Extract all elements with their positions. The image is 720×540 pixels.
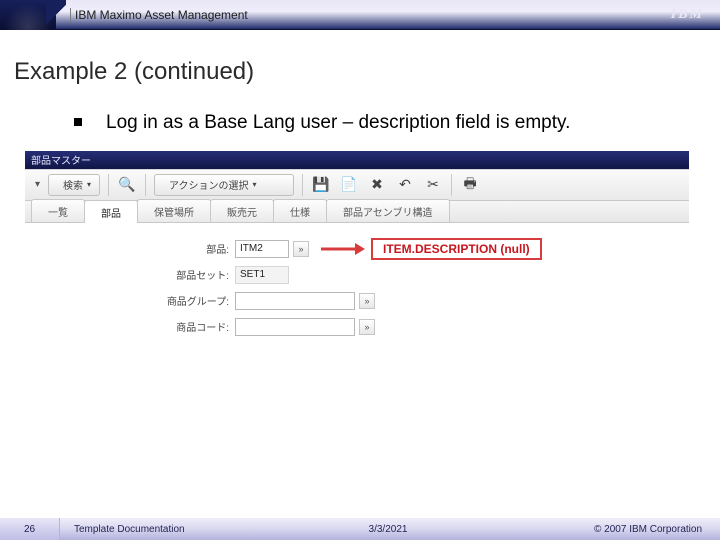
input-item[interactable] bbox=[235, 240, 289, 258]
row-item: 部品: » ITEM.DESCRIPTION (null) bbox=[45, 239, 669, 259]
tab-storerooms[interactable]: 保管場所 bbox=[137, 199, 211, 222]
ibm-logo: IBM bbox=[671, 7, 704, 23]
product-title: IBM Maximo Asset Management bbox=[70, 8, 248, 22]
bullet-row: Log in as a Base Lang user – description… bbox=[14, 110, 700, 136]
input-commoditygroup[interactable] bbox=[235, 292, 355, 310]
app-titlebar: 部品マスター bbox=[25, 151, 689, 169]
slide-footer: 26 Template Documentation 3/3/2021 © 200… bbox=[0, 518, 720, 540]
input-itemset bbox=[235, 266, 289, 284]
toolbar-separator bbox=[145, 174, 146, 196]
print-icon[interactable]: 🖶 bbox=[460, 175, 480, 195]
footer-doc-title: Template Documentation bbox=[60, 524, 279, 535]
chevron-down-icon: ▾ bbox=[87, 180, 91, 189]
footer-copyright: © 2007 IBM Corporation bbox=[497, 524, 720, 535]
app-form: 部品: » ITEM.DESCRIPTION (null) 部品セット: 商品グ… bbox=[25, 223, 689, 355]
toolbar-separator bbox=[302, 174, 303, 196]
arrow-right-icon bbox=[321, 240, 365, 258]
action-dropdown[interactable]: アクションの選択 ▾ bbox=[154, 174, 294, 196]
lookup-icon[interactable]: » bbox=[293, 241, 309, 257]
slide-body: Example 2 (continued) Log in as a Base L… bbox=[0, 30, 720, 356]
row-itemset: 部品セット: bbox=[45, 265, 669, 285]
app-toolbar: ▾ 検索 ▾ 🔍 アクションの選択 ▾ 💾 📄 ✖ ↶ ✂ 🖶 bbox=[25, 169, 689, 201]
toolbar-separator bbox=[451, 174, 452, 196]
lookup-icon[interactable]: » bbox=[359, 293, 375, 309]
tab-assembly[interactable]: 部品アセンブリ構造 bbox=[326, 199, 450, 222]
bullet-marker bbox=[74, 118, 82, 126]
input-commoditycode[interactable] bbox=[235, 318, 355, 336]
label-item: 部品: bbox=[45, 241, 235, 256]
tab-item[interactable]: 部品 bbox=[84, 200, 138, 223]
label-commoditygroup: 商品グループ: bbox=[45, 293, 235, 308]
header-accent bbox=[0, 0, 56, 30]
page-number: 26 bbox=[0, 518, 60, 540]
search-dropdown[interactable]: 検索 ▾ bbox=[48, 174, 100, 196]
row-commoditygroup: 商品グループ: » bbox=[45, 291, 669, 311]
app-tabs: 一覧 部品 保管場所 販売元 仕様 部品アセンブリ構造 bbox=[25, 201, 689, 223]
cut-icon[interactable]: ✂ bbox=[423, 175, 443, 195]
slide-header: IBM Maximo Asset Management IBM bbox=[0, 0, 720, 30]
search-dropdown-label: 検索 bbox=[63, 177, 83, 192]
new-icon[interactable]: 📄 bbox=[339, 175, 359, 195]
footer-date: 3/3/2021 bbox=[279, 524, 498, 535]
row-commoditycode: 商品コード: » bbox=[45, 317, 669, 337]
app-screenshot: 部品マスター ▾ 検索 ▾ 🔍 アクションの選択 ▾ 💾 📄 ✖ ↶ ✂ 🖶 bbox=[24, 150, 690, 356]
app-title: 部品マスター bbox=[31, 152, 91, 167]
save-icon[interactable]: 💾 bbox=[311, 175, 331, 195]
search-icon[interactable]: 🔍 bbox=[117, 175, 137, 195]
undo-icon[interactable]: ↶ bbox=[395, 175, 415, 195]
callout-text: ITEM.DESCRIPTION (null) bbox=[371, 238, 542, 260]
delete-icon[interactable]: ✖ bbox=[367, 175, 387, 195]
tab-vendors[interactable]: 販売元 bbox=[210, 199, 274, 222]
label-itemset: 部品セット: bbox=[45, 267, 235, 282]
label-commoditycode: 商品コード: bbox=[45, 319, 235, 334]
slide-title: Example 2 (continued) bbox=[14, 58, 700, 86]
lookup-icon[interactable]: » bbox=[359, 319, 375, 335]
description-callout: ITEM.DESCRIPTION (null) bbox=[321, 238, 542, 260]
chevron-down-icon: ▾ bbox=[253, 180, 257, 189]
tab-spec[interactable]: 仕様 bbox=[273, 199, 327, 222]
tab-list[interactable]: 一覧 bbox=[31, 199, 85, 222]
bullet-text: Log in as a Base Lang user – description… bbox=[106, 110, 570, 136]
action-dropdown-label: アクションの選択 bbox=[169, 177, 249, 192]
toolbar-separator bbox=[108, 174, 109, 196]
